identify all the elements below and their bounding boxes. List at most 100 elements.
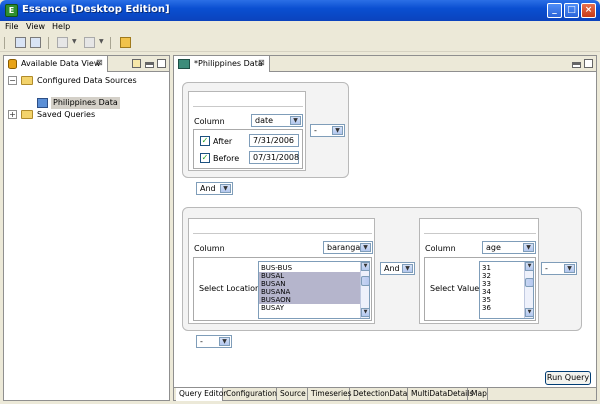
chevron-down-icon[interactable]: ▼ <box>332 126 343 135</box>
scroll-down-icon[interactable]: ▼ <box>361 308 369 317</box>
toolbar-separator <box>48 37 49 49</box>
close-button[interactable]: × <box>581 3 596 18</box>
age-value-list-item[interactable]: 35 <box>480 296 524 304</box>
back-dropdown-icon[interactable]: ▼ <box>72 38 77 45</box>
toolbar-separator <box>110 37 111 49</box>
menu-bar: File View Help <box>0 21 600 34</box>
window-title: Essence [Desktop Edition] <box>22 4 170 15</box>
age-values-listbox[interactable]: 31 32 33 34 35 36 ▼ ▼ <box>479 261 534 319</box>
expand-icon[interactable]: + <box>8 110 17 119</box>
menu-file[interactable]: File <box>5 22 18 31</box>
combo-value: - <box>200 337 203 346</box>
chevron-down-icon[interactable]: ▼ <box>219 337 230 346</box>
tab-configuration[interactable]: Configuration <box>223 388 277 401</box>
connector-select-2[interactable]: And ▼ <box>380 262 415 275</box>
chevron-down-icon[interactable]: ▼ <box>523 243 534 252</box>
tab-label: *Philippines Data <box>194 59 263 68</box>
bottom-operator-select[interactable]: - ▼ <box>196 335 232 348</box>
tab-available-data-view[interactable]: Available Data View ⊠ <box>4 56 108 72</box>
before-date-input[interactable]: 07/31/2008 <box>249 151 299 164</box>
date-filter-card: Column date ▼ ✓ After 7/31/2006 ✓ Before… <box>188 91 306 171</box>
scrollbar[interactable]: ▼ ▼ <box>524 262 533 318</box>
location-list-item[interactable]: BUSAL <box>259 272 360 280</box>
connector-select-1[interactable]: And ▼ <box>196 182 233 195</box>
save-icon[interactable] <box>15 37 26 48</box>
run-query-button[interactable]: Run Query <box>545 371 591 385</box>
forward-icon[interactable] <box>84 37 95 48</box>
location-column-select[interactable]: barangay ▼ <box>323 241 373 254</box>
collapse-icon[interactable]: − <box>8 76 17 85</box>
age-operator-select[interactable]: - ▼ <box>541 262 577 275</box>
minimize-button[interactable]: _ <box>547 3 562 18</box>
scroll-up-icon[interactable]: ▼ <box>361 262 369 271</box>
back-icon[interactable] <box>57 37 68 48</box>
tab-source[interactable]: Source <box>277 388 308 401</box>
menu-help[interactable]: Help <box>52 22 70 31</box>
maximize-view-icon[interactable] <box>157 59 166 68</box>
title-bar[interactable]: E Essence [Desktop Edition] _ □ × <box>0 0 600 21</box>
age-filter-card: Column age ▼ Select Values 31 32 33 34 35 36 … <box>419 218 539 324</box>
save-all-icon[interactable] <box>30 37 41 48</box>
maximize-view-icon[interactable] <box>584 59 593 68</box>
scroll-thumb[interactable] <box>525 278 533 287</box>
date-range-box: ✓ After 7/31/2006 ✓ Before 07/31/2008 <box>193 129 303 169</box>
tree-item-philippines-data[interactable]: Philippines Data <box>8 97 138 109</box>
available-data-view: Available Data View ⊠ − Configured Data … <box>3 55 170 401</box>
locations-list: BUS-BUS BUSAL BUSAN BUSANA BUSAON BUSAY <box>259 264 360 312</box>
locations-listbox[interactable]: BUS-BUS BUSAL BUSAN BUSANA BUSAON BUSAY ▼ ▼ <box>258 261 370 319</box>
scrollbar[interactable]: ▼ ▼ <box>360 262 369 318</box>
chevron-down-icon[interactable]: ▼ <box>402 264 413 273</box>
tab-multidatadetails[interactable]: MultiDataDetails <box>408 388 473 401</box>
chevron-down-icon[interactable]: ▼ <box>290 116 301 125</box>
minimize-view-icon[interactable] <box>145 62 154 68</box>
date-column-select[interactable]: date ▼ <box>251 114 303 127</box>
chevron-down-icon[interactable]: ▼ <box>564 264 575 273</box>
forward-dropdown-icon[interactable]: ▼ <box>99 38 104 45</box>
age-values-list: 31 32 33 34 35 36 <box>480 264 524 312</box>
date-filter-group: Column date ▼ ✓ After 7/31/2006 ✓ Before… <box>182 82 349 178</box>
combo-value: And <box>200 184 216 193</box>
close-icon[interactable]: ⊠ <box>96 58 103 67</box>
age-column-select[interactable]: age ▼ <box>482 241 536 254</box>
editor-bottom-tabs: Query Editor Configuration Source Timeserie… <box>174 387 596 401</box>
location-list-item[interactable]: BUSAON <box>259 296 360 304</box>
chevron-down-icon[interactable]: ▼ <box>220 184 231 193</box>
folder-open-icon <box>21 76 33 85</box>
location-list-item[interactable]: BUS-BUS <box>259 264 360 272</box>
location-select-box: Select Locations BUS-BUS BUSAL BUSAN BUSANA… <box>193 257 372 321</box>
card-divider <box>424 233 536 234</box>
tab-detectiondata[interactable]: DetectionData <box>350 388 408 401</box>
location-list-item[interactable]: BUSANA <box>259 288 360 296</box>
close-icon[interactable]: ⊠ <box>258 58 265 67</box>
editor-tab-bar: *Philippines Data ⊠ <box>174 56 596 72</box>
date-operator-select[interactable]: - ▼ <box>310 124 345 137</box>
before-checkbox[interactable]: ✓ <box>200 153 210 163</box>
data-source-icon <box>37 98 48 108</box>
location-list-item[interactable]: BUSAN <box>259 280 360 288</box>
minimize-view-icon[interactable] <box>572 62 581 68</box>
age-value-list-item[interactable]: 33 <box>480 280 524 288</box>
select-locations-label: Select Locations <box>199 284 265 293</box>
maximize-button[interactable]: □ <box>564 3 579 18</box>
tab-query-editor[interactable]: Query Editor <box>176 388 226 401</box>
after-date-input[interactable]: 7/31/2006 <box>249 134 299 147</box>
column-label: Column <box>194 117 225 126</box>
scroll-up-icon[interactable]: ▼ <box>525 262 533 271</box>
chevron-down-icon[interactable]: ▼ <box>360 243 371 252</box>
after-checkbox[interactable]: ✓ <box>200 136 210 146</box>
scroll-down-icon[interactable]: ▼ <box>525 308 533 317</box>
age-value-list-item[interactable]: 32 <box>480 272 524 280</box>
age-select-box: Select Values 31 32 33 34 35 36 ▼ ▼ <box>424 257 536 321</box>
menu-view[interactable]: View <box>26 22 45 31</box>
location-list-item[interactable]: BUSAY <box>259 304 360 312</box>
scroll-thumb[interactable] <box>361 276 369 286</box>
age-value-list-item[interactable]: 36 <box>480 304 524 312</box>
undo-icon[interactable] <box>120 37 131 48</box>
tab-timeseries[interactable]: Timeseries <box>308 388 352 401</box>
age-value-list-item[interactable]: 31 <box>480 264 524 272</box>
age-value-list-item[interactable]: 34 <box>480 288 524 296</box>
new-view-icon[interactable] <box>132 59 141 68</box>
filter-group-2: Column barangay ▼ Select Locations BUS-B… <box>182 207 582 331</box>
tab-map[interactable]: Map <box>468 388 488 401</box>
tab-philippines-data[interactable]: *Philippines Data ⊠ <box>174 56 270 72</box>
